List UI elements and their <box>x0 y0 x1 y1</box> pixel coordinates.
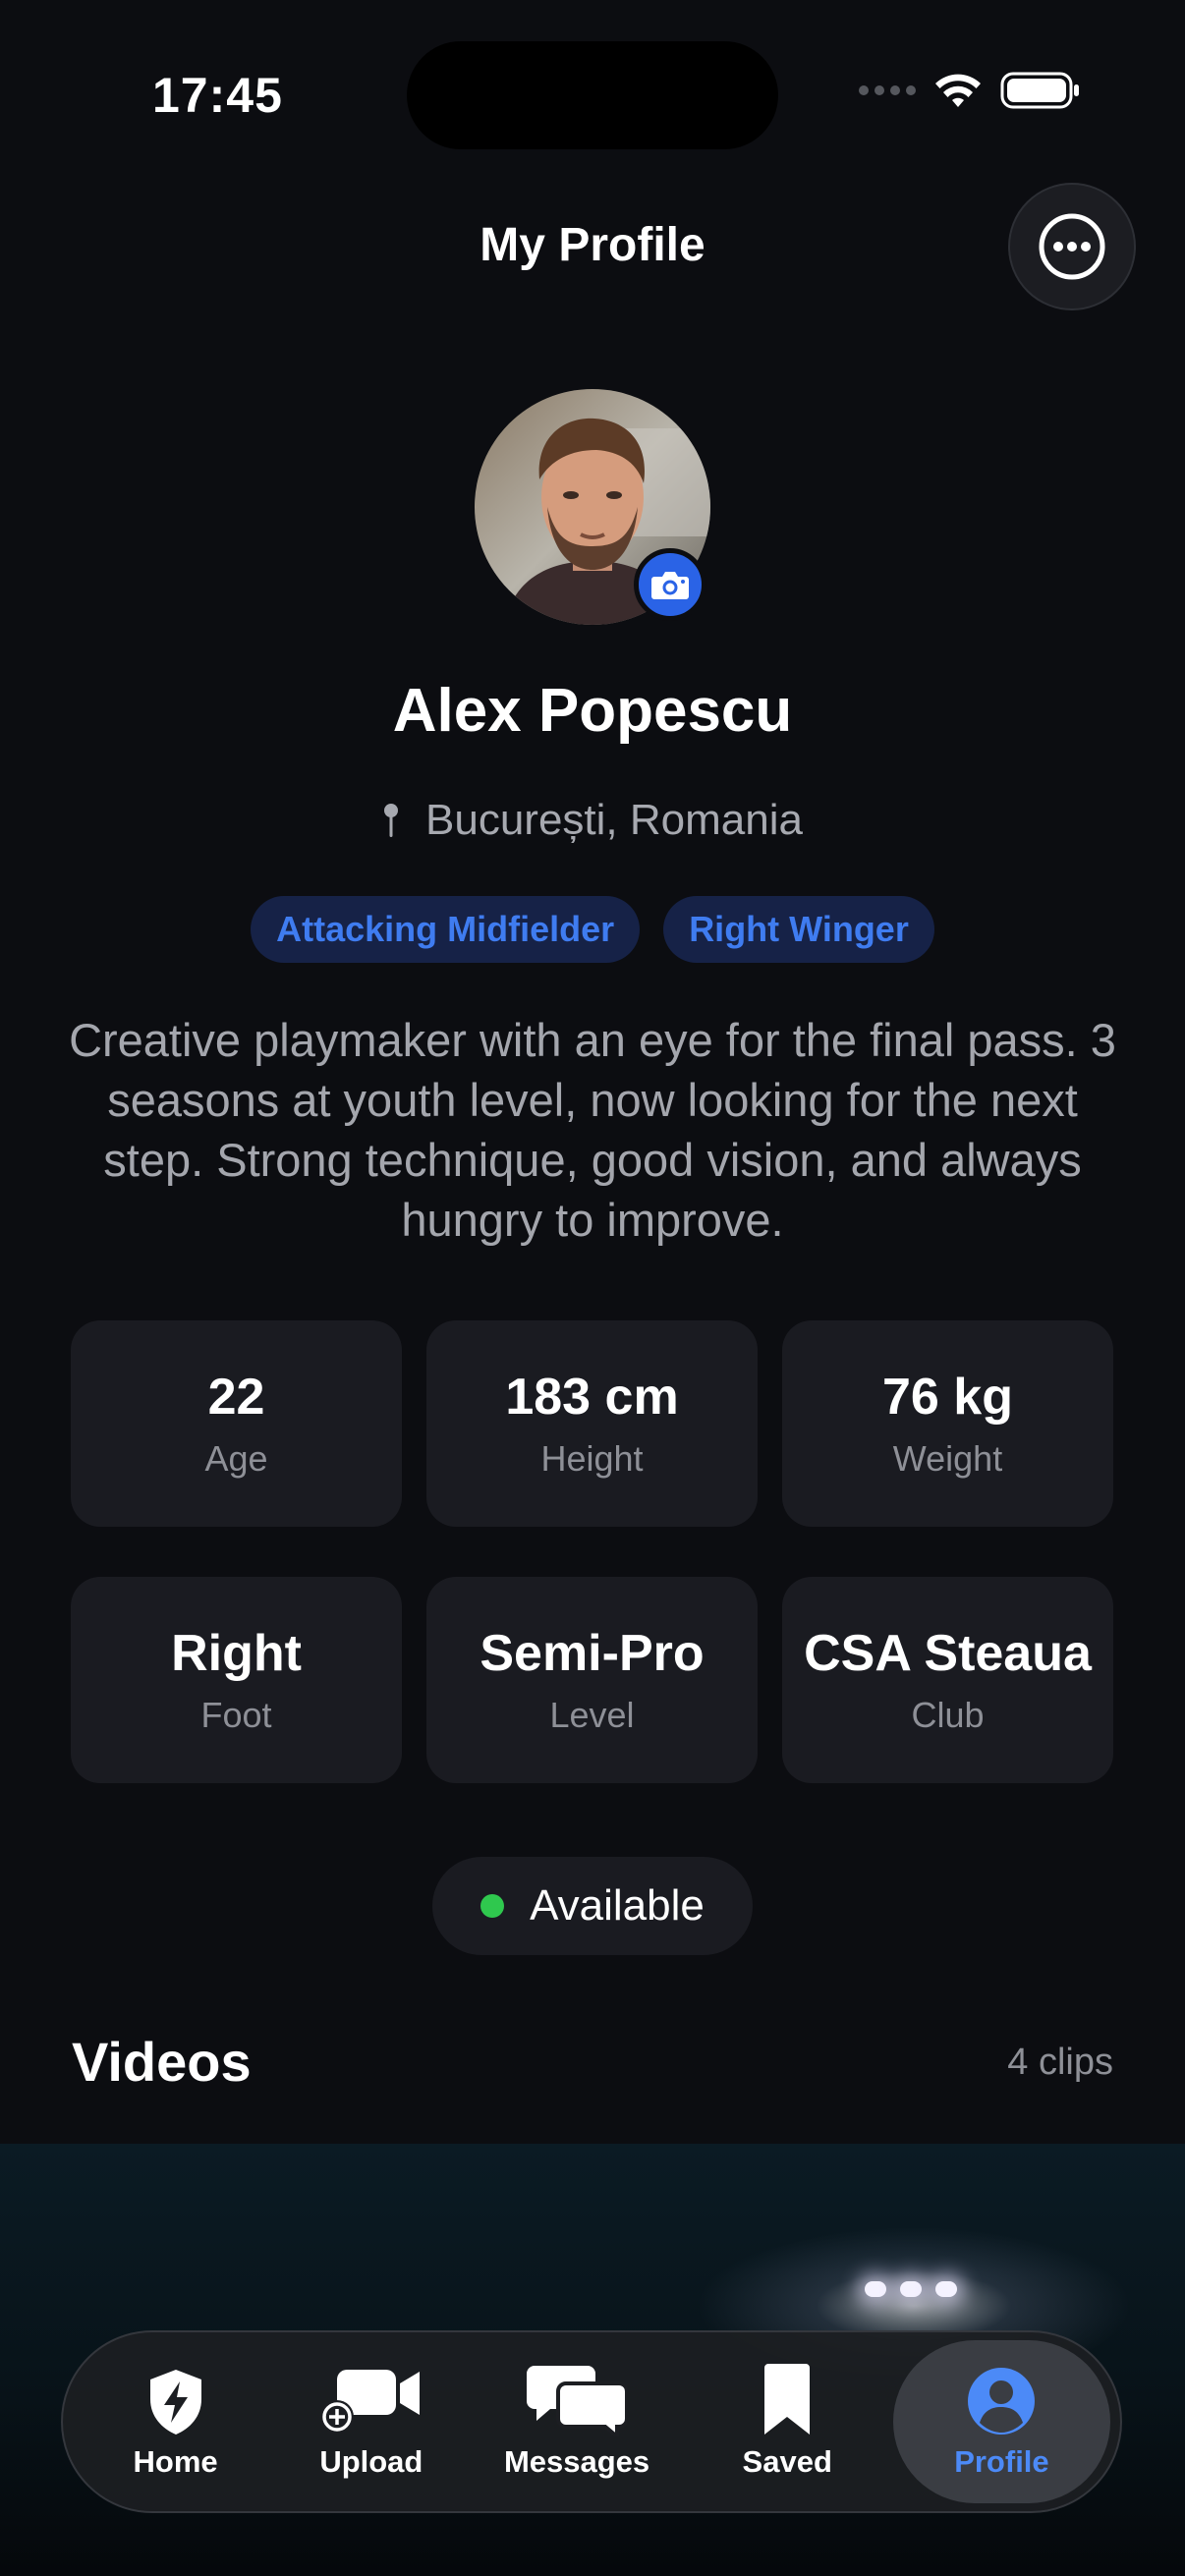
stat-value: 183 cm <box>505 1369 679 1426</box>
stats-grid-row-1: 22 Age 183 cm Height 76 kg Weight <box>71 1320 1114 1527</box>
stat-label: Weight <box>892 1438 1003 1479</box>
stat-card-weight: 76 kg Weight <box>782 1320 1113 1527</box>
availability-badge[interactable]: Available <box>432 1857 753 1955</box>
tab-label: Profile <box>954 2444 1049 2479</box>
tab-messages[interactable]: Messages <box>464 2340 689 2503</box>
stadium-lights <box>865 2281 957 2297</box>
camera-icon <box>651 572 689 599</box>
stat-label: Club <box>911 1695 985 1735</box>
tab-profile[interactable]: Profile <box>892 2340 1110 2503</box>
ellipsis-circle-icon <box>1039 213 1105 280</box>
dynamic-island <box>407 41 778 149</box>
stats-grid-row-2: Right Foot Semi-Pro Level CSA Steaua Clu… <box>71 1577 1114 1783</box>
position-tag[interactable]: Attacking Midfielder <box>251 896 641 963</box>
change-photo-button[interactable] <box>634 548 706 621</box>
stat-value: Semi-Pro <box>480 1625 705 1682</box>
stat-card-club: CSA Steaua Club <box>782 1577 1113 1783</box>
tab-home[interactable]: Home <box>73 2340 278 2503</box>
cellular-signal-icon <box>859 85 916 95</box>
stat-card-level: Semi-Pro Level <box>426 1577 758 1783</box>
status-icons <box>859 71 1081 110</box>
videos-section-title: Videos <box>72 2031 252 2093</box>
chat-bubbles-icon <box>527 2366 628 2436</box>
profile-bio: Creative playmaker with an eye for the f… <box>69 1014 1116 1246</box>
profile-location: București, Romania <box>0 796 1185 845</box>
tab-bar: Home Upload Messages Saved Profile <box>61 2330 1122 2513</box>
tab-saved[interactable]: Saved <box>690 2340 885 2503</box>
profile-screen: 17:45 My Profile Alex Popescu București,… <box>0 0 1185 2576</box>
stat-label: Foot <box>200 1695 272 1735</box>
location-text: București, Romania <box>425 796 803 844</box>
profile-name: Alex Popescu <box>392 677 793 745</box>
person-circle-icon <box>968 2368 1036 2435</box>
stat-label: Level <box>549 1695 635 1735</box>
videos-count: 4 clips <box>1007 2042 1113 2083</box>
availability-label: Available <box>530 1881 705 1930</box>
stat-card-height: 183 cm Height <box>426 1320 758 1527</box>
video-plus-icon <box>319 2370 420 2434</box>
stat-card-age: 22 Age <box>71 1320 402 1527</box>
tab-label: Upload <box>319 2444 423 2479</box>
pin-icon <box>384 804 399 837</box>
shield-bolt-icon <box>149 2370 201 2435</box>
bookmark-icon <box>764 2364 811 2435</box>
tab-label: Saved <box>742 2444 832 2479</box>
tab-label: Messages <box>503 2444 650 2479</box>
status-time: 17:45 <box>152 68 283 123</box>
wifi-icon <box>935 74 981 107</box>
position-tags: Attacking Midfielder Right Winger <box>0 896 1185 963</box>
stat-label: Age <box>204 1438 268 1479</box>
status-dot-icon <box>480 1894 505 1918</box>
avatar-container[interactable] <box>475 389 710 625</box>
position-tag[interactable]: Right Winger <box>663 896 934 963</box>
stat-value: 76 kg <box>882 1369 1013 1426</box>
stat-value: 22 <box>207 1369 265 1426</box>
more-options-button[interactable] <box>1008 183 1136 310</box>
stat-card-foot: Right Foot <box>71 1577 402 1783</box>
tab-label: Home <box>133 2444 218 2479</box>
stat-label: Height <box>540 1438 644 1479</box>
battery-icon <box>1000 72 1079 109</box>
stat-value: CSA Steaua <box>804 1625 1092 1682</box>
tab-upload[interactable]: Upload <box>278 2340 464 2503</box>
stat-value: Right <box>171 1625 302 1682</box>
